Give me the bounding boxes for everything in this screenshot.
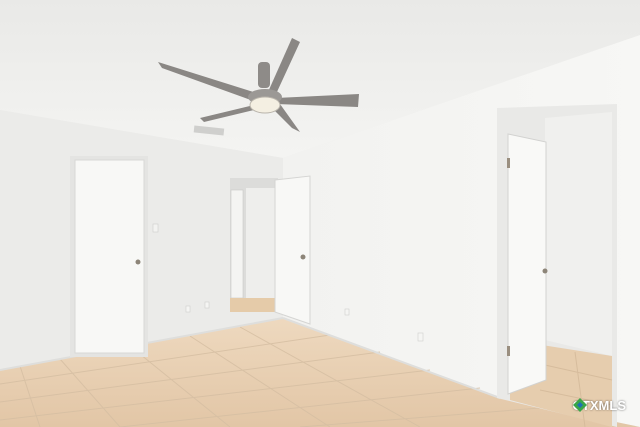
hallway-back-wall <box>246 188 276 298</box>
light-switch <box>152 223 159 233</box>
wall-outlet-left <box>185 305 191 313</box>
wall-outlet-right <box>417 332 424 342</box>
room-photo: CTXMLS <box>0 0 640 427</box>
wall-outlet-left-2 <box>204 301 210 309</box>
bathroom-interior-wall <box>545 112 612 356</box>
bedroom-door-knob <box>300 254 306 260</box>
bathroom-door <box>507 133 547 395</box>
hallway-side-door <box>230 189 244 299</box>
fan-downrod <box>258 62 270 88</box>
closet-door-knob <box>135 259 141 265</box>
wall-outlet-right-2 <box>344 308 350 316</box>
room-illustration <box>0 0 640 427</box>
ctxmls-watermark: CTXMLS <box>572 398 626 413</box>
bathroom-door-knob <box>542 268 548 274</box>
hallway-floor <box>230 298 278 312</box>
bathroom-door-hinge-bottom <box>507 346 510 356</box>
closet-door <box>74 159 145 354</box>
fan-light-globe <box>249 96 281 114</box>
bedroom-door <box>274 175 311 325</box>
bathroom-door-hinge-top <box>507 158 510 168</box>
ctxmls-logo-icon <box>572 398 587 412</box>
